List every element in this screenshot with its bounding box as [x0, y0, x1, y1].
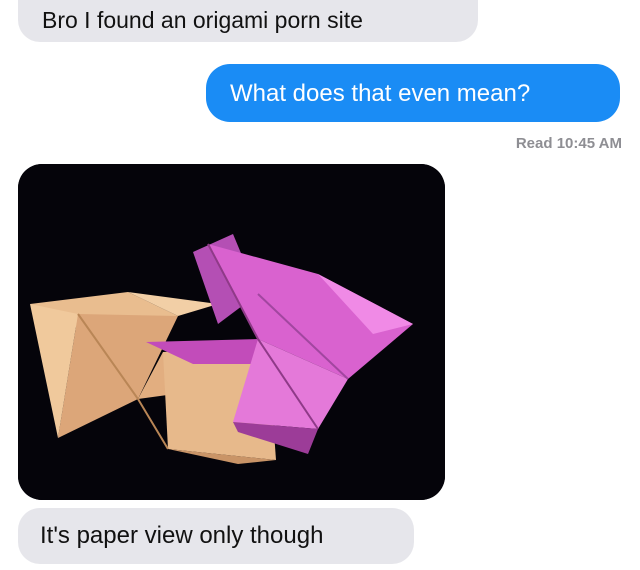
photo-attachment[interactable] [18, 164, 445, 500]
message-text: Bro I found an origami porn site [42, 7, 363, 33]
message-text: It's paper view only though [40, 522, 324, 549]
origami-stars-image [18, 164, 445, 500]
received-message-bubble[interactable]: It's paper view only though [18, 508, 414, 564]
message-text: What does that even mean? [230, 80, 531, 107]
read-receipt: Read 10:45 AM [515, 135, 622, 152]
received-message-bubble[interactable]: Bro I found an origami porn site [18, 0, 478, 42]
sent-message-bubble[interactable]: What does that even mean? [206, 64, 620, 122]
